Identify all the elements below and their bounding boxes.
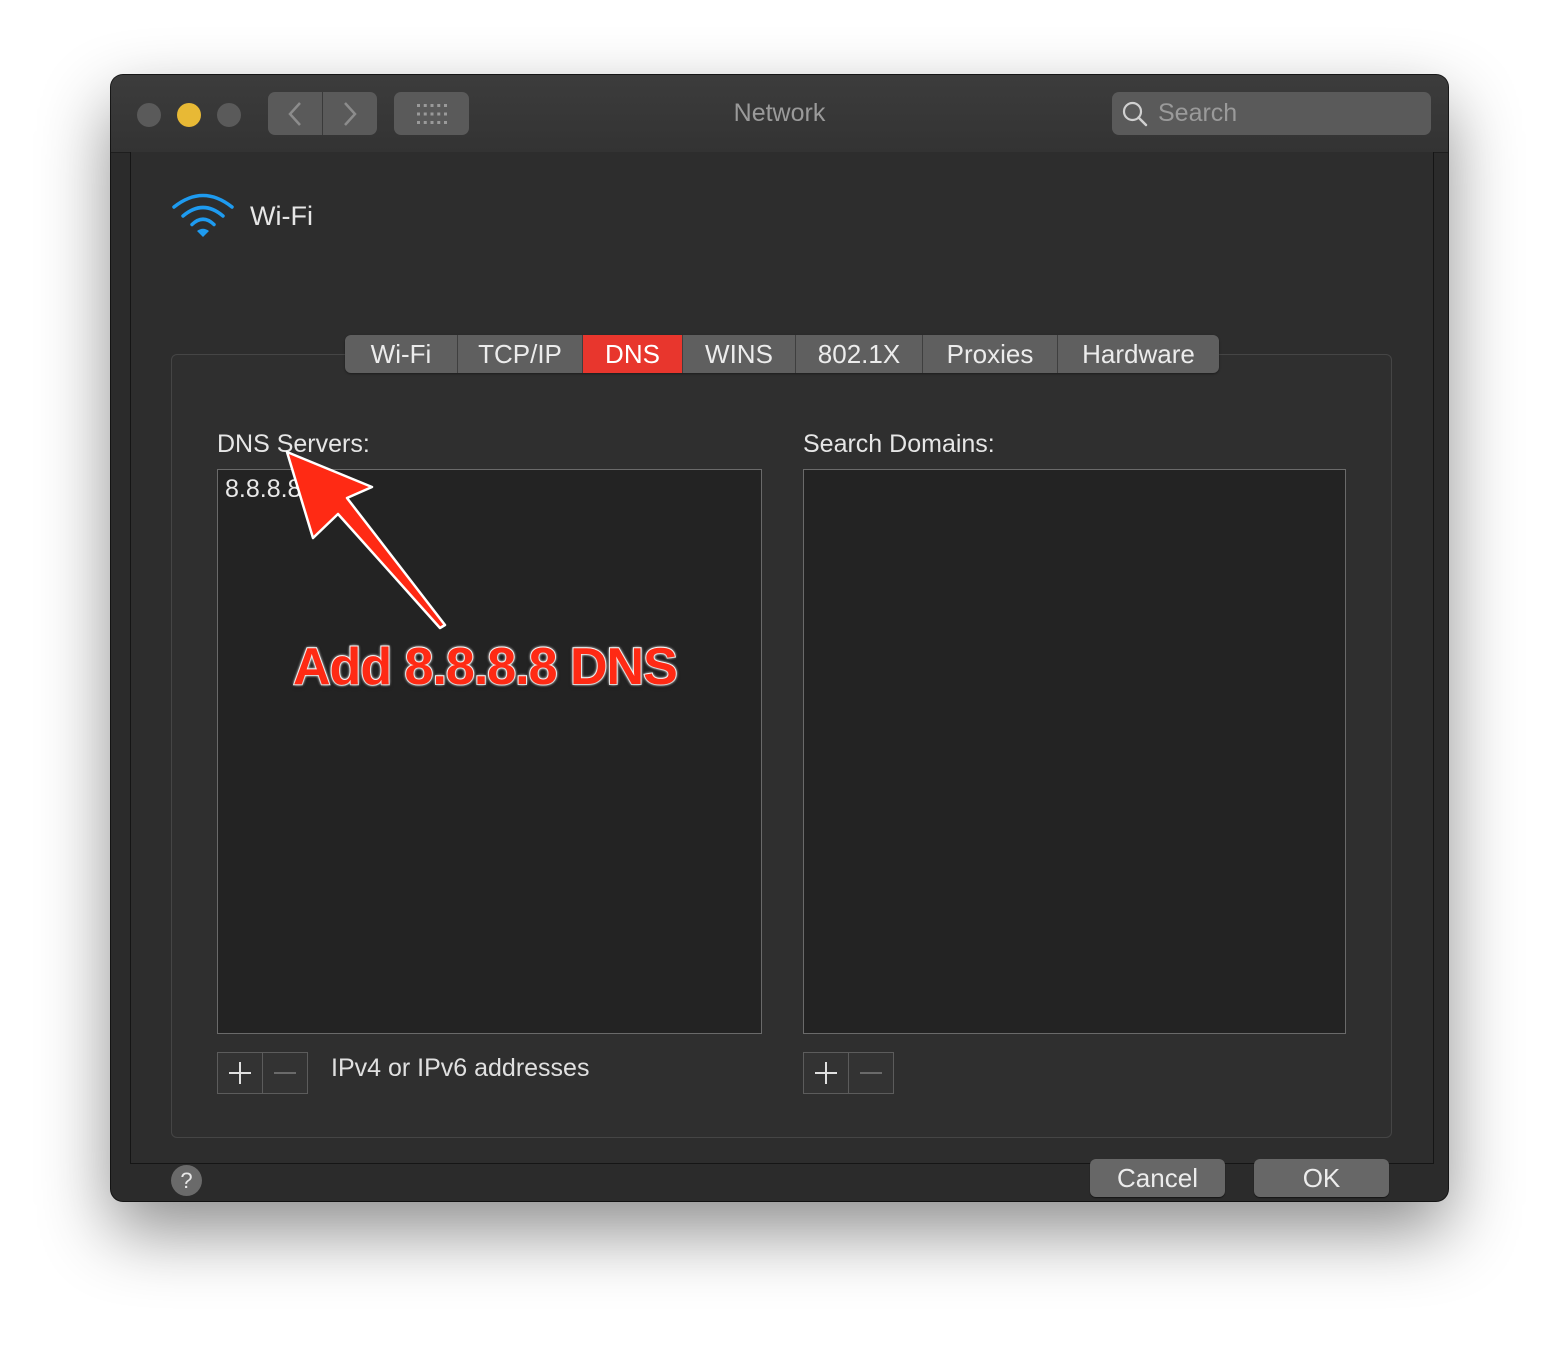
dns-servers-add-remove	[217, 1052, 308, 1094]
cancel-button[interactable]: Cancel	[1090, 1159, 1225, 1197]
search-domains-add-remove	[803, 1052, 894, 1094]
tab-hardware[interactable]: Hardware	[1058, 335, 1219, 373]
minus-icon	[860, 1062, 882, 1084]
remove-search-domain-button[interactable]	[848, 1053, 893, 1093]
help-button[interactable]: ?	[171, 1165, 202, 1196]
tab-dns[interactable]: DNS	[583, 335, 683, 373]
search-domains-list[interactable]	[803, 469, 1346, 1034]
search-domains-label: Search Domains:	[803, 430, 995, 458]
annotation-arrow	[285, 450, 447, 630]
question-icon: ?	[180, 1167, 193, 1193]
wifi-icon	[172, 193, 234, 237]
plus-icon	[229, 1062, 251, 1084]
tab-proxies[interactable]: Proxies	[923, 335, 1058, 373]
add-dns-server-button[interactable]	[218, 1053, 262, 1093]
ok-button[interactable]: OK	[1254, 1159, 1389, 1197]
annotation-label: Add 8.8.8.8 DNS	[292, 637, 679, 697]
tab-wins[interactable]: WINS	[683, 335, 796, 373]
remove-dns-server-button[interactable]	[262, 1053, 307, 1093]
tab-802-1x[interactable]: 802.1X	[796, 335, 923, 373]
search-input[interactable]	[1158, 92, 1418, 135]
tab-wifi[interactable]: Wi-Fi	[345, 335, 458, 373]
plus-icon	[815, 1062, 837, 1084]
settings-tabs: Wi-Fi TCP/IP DNS WINS 802.1X Proxies Har…	[345, 335, 1219, 373]
dns-address-hint: IPv4 or IPv6 addresses	[331, 1054, 590, 1082]
interface-name: Wi-Fi	[250, 201, 313, 231]
tab-tcp-ip[interactable]: TCP/IP	[458, 335, 583, 373]
search-field[interactable]	[1112, 92, 1431, 135]
title-bar: Network	[111, 75, 1448, 153]
minus-icon	[274, 1062, 296, 1084]
add-search-domain-button[interactable]	[804, 1053, 848, 1093]
magnifier-icon	[1122, 101, 1148, 127]
